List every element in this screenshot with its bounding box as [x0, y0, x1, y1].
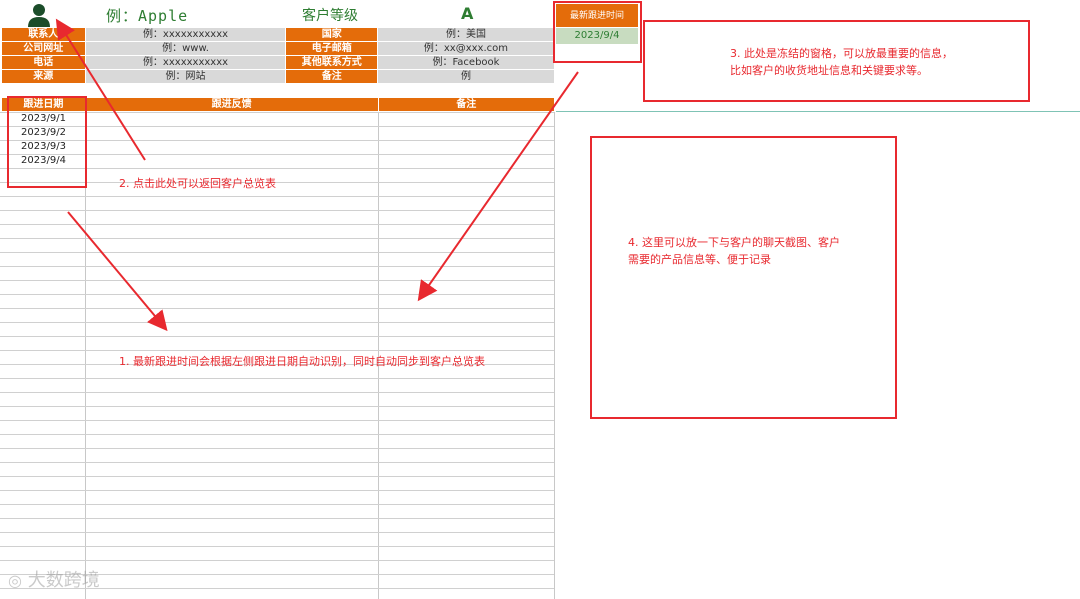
watermark-logo-icon: ◎	[8, 571, 22, 590]
watermark-text: 大数跨境	[27, 570, 100, 591]
arrow-to-date-column	[67, 211, 168, 332]
arrow-to-back-button	[55, 18, 146, 161]
annotation-arrows	[55, 18, 579, 332]
watermark: ◎ 大数跨境	[8, 566, 100, 592]
arrow-from-latest	[417, 71, 579, 302]
